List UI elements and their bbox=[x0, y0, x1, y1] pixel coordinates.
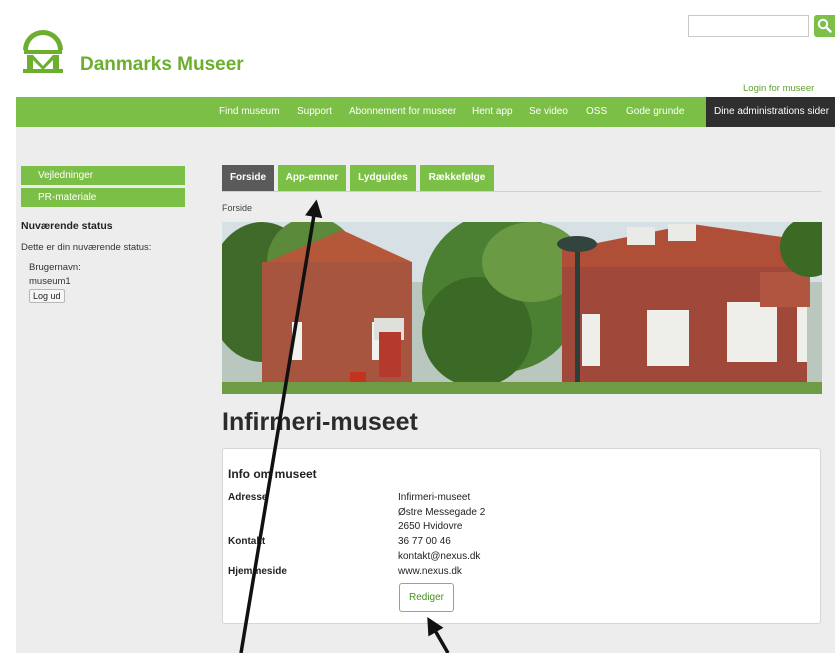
nav-good-reasons[interactable]: Gode grunde bbox=[626, 97, 684, 127]
search-icon bbox=[817, 18, 832, 33]
info-title: Info om museet bbox=[228, 467, 317, 481]
status-intro: Dette er din nuværende status: bbox=[21, 242, 152, 253]
tab-app-topics[interactable]: App-emner bbox=[278, 165, 346, 191]
homepage-label: Hjemmeside bbox=[228, 566, 287, 577]
museum-logo[interactable] bbox=[19, 28, 67, 74]
tab-divider bbox=[222, 191, 821, 192]
nav-admin-pages[interactable]: Dine administrations sider bbox=[706, 97, 835, 127]
username-value: museum1 bbox=[29, 276, 71, 287]
nav-faq[interactable]: OSS bbox=[586, 97, 607, 127]
logout-button[interactable]: Log ud bbox=[29, 289, 65, 303]
tab-forside[interactable]: Forside bbox=[222, 165, 274, 191]
address-line: Østre Messegade 2 bbox=[398, 507, 486, 518]
homepage-value: www.nexus.dk bbox=[398, 566, 462, 577]
tab-order[interactable]: Rækkefølge bbox=[420, 165, 494, 191]
tab-audio-guides[interactable]: Lydguides bbox=[350, 165, 416, 191]
nav-see-video[interactable]: Se video bbox=[529, 97, 568, 127]
nav-subscription[interactable]: Abonnement for museer bbox=[349, 97, 456, 127]
nav-get-app[interactable]: Hent app bbox=[472, 97, 513, 127]
sidebar-item-pr-material[interactable]: PR-materiale bbox=[21, 188, 185, 207]
brand-name[interactable]: Danmarks Museer bbox=[80, 54, 244, 76]
main-navigation: Find museum Support Abonnement for musee… bbox=[16, 97, 835, 127]
contact-phone: 36 77 00 46 bbox=[398, 536, 451, 547]
contact-email: kontakt@nexus.dk bbox=[398, 551, 481, 562]
nav-support[interactable]: Support bbox=[297, 97, 332, 127]
address-line: 2650 Hvidovre bbox=[398, 521, 463, 532]
username-label: Brugernavn: bbox=[29, 262, 81, 273]
login-link[interactable]: Login for museer bbox=[743, 83, 814, 94]
address-label: Adresse bbox=[228, 492, 268, 503]
museum-title: Infirmeri-museet bbox=[222, 408, 418, 436]
search-button[interactable] bbox=[814, 15, 835, 37]
edit-button[interactable]: Rediger bbox=[399, 583, 454, 612]
search-input[interactable] bbox=[688, 15, 809, 37]
address-line: Infirmeri-museet bbox=[398, 492, 471, 503]
nav-find-museum[interactable]: Find museum bbox=[219, 97, 280, 127]
breadcrumb[interactable]: Forside bbox=[222, 203, 252, 213]
contact-label: Kontakt bbox=[228, 536, 266, 547]
status-heading: Nuværende status bbox=[21, 220, 113, 232]
sidebar-item-guides[interactable]: Vejledninger bbox=[21, 166, 185, 185]
museum-photo bbox=[222, 222, 822, 394]
